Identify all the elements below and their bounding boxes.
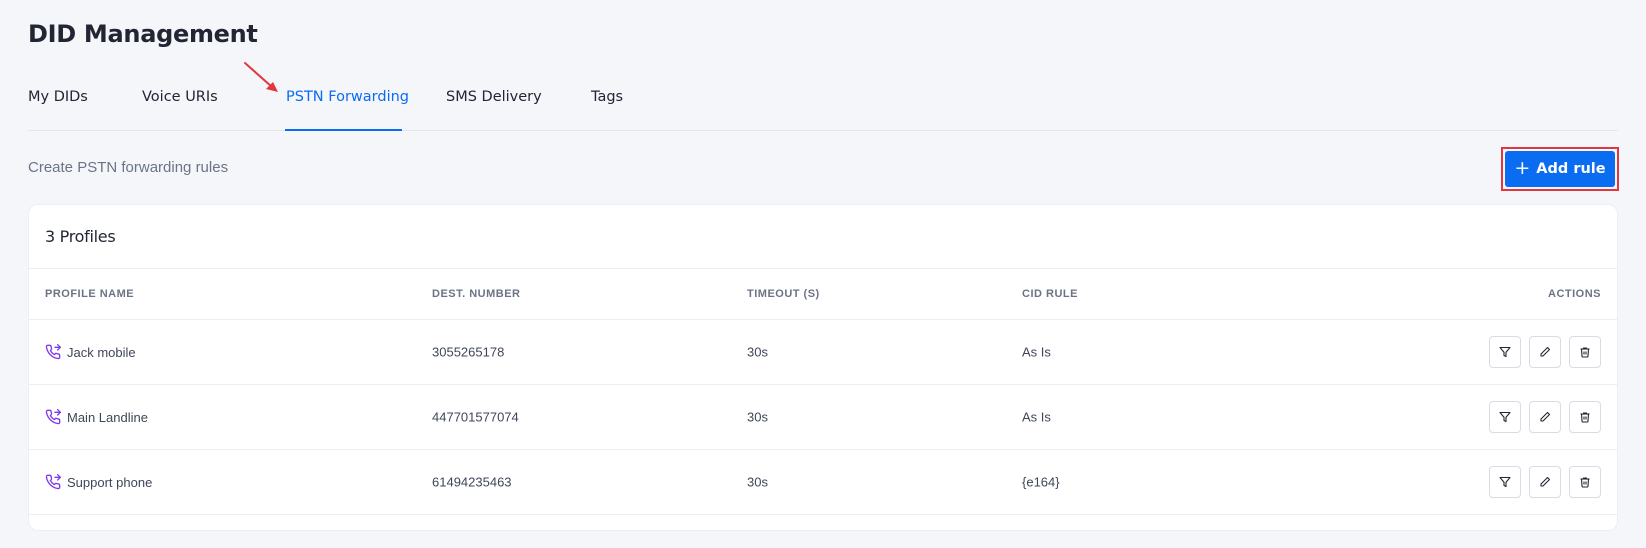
add-rule-button[interactable]: + Add rule bbox=[1505, 151, 1615, 187]
delete-button[interactable] bbox=[1569, 401, 1601, 433]
timeout-cell: 30s bbox=[747, 474, 768, 490]
delete-button[interactable] bbox=[1569, 466, 1601, 498]
profile-name: Jack mobile bbox=[67, 344, 136, 360]
trash-icon bbox=[1580, 477, 1590, 488]
column-header-cid-rule: CID RULE bbox=[1022, 288, 1078, 300]
page-title: DID Management bbox=[28, 20, 258, 48]
cid-rule-cell: {e164} bbox=[1022, 474, 1060, 490]
trash-icon bbox=[1580, 347, 1590, 358]
edit-button[interactable] bbox=[1529, 401, 1561, 433]
plus-icon: + bbox=[1514, 156, 1531, 179]
cid-rule-cell: As Is bbox=[1022, 344, 1051, 360]
profile-name: Support phone bbox=[67, 474, 153, 490]
phone-forward-icon bbox=[45, 344, 61, 360]
page-subtitle: Create PSTN forwarding rules bbox=[28, 159, 229, 176]
phone-forward-icon bbox=[45, 409, 61, 425]
delete-button[interactable] bbox=[1569, 336, 1601, 368]
filter-button[interactable] bbox=[1489, 336, 1521, 368]
edit-button[interactable] bbox=[1529, 336, 1561, 368]
profile-name-cell: Support phone bbox=[45, 474, 152, 490]
dest-number-cell: 61494235463 bbox=[432, 474, 512, 490]
table-row: Jack mobile 3055265178 30s As Is bbox=[29, 320, 1617, 385]
column-header-dest-number: DEST. NUMBER bbox=[432, 288, 521, 300]
timeout-cell: 30s bbox=[747, 344, 768, 360]
profile-name: Main Landline bbox=[67, 409, 148, 425]
row-actions bbox=[1489, 336, 1601, 368]
dest-number-cell: 3055265178 bbox=[432, 344, 505, 360]
profile-name-cell: Main Landline bbox=[45, 409, 148, 425]
edit-button[interactable] bbox=[1529, 466, 1561, 498]
trash-icon bbox=[1580, 412, 1590, 423]
table-row: Main Landline 447701577074 30s As Is bbox=[29, 385, 1617, 450]
filter-icon bbox=[1499, 476, 1511, 488]
column-header-profile-name: PROFILE NAME bbox=[45, 288, 135, 300]
tab-tags[interactable]: Tags bbox=[591, 89, 623, 105]
row-actions bbox=[1489, 466, 1601, 498]
add-rule-label: Add rule bbox=[1536, 161, 1606, 177]
column-header-actions: ACTIONS bbox=[1548, 288, 1601, 300]
table-row: Support phone 61494235463 30s {e164} bbox=[29, 450, 1617, 515]
tab-voice-uris[interactable]: Voice URIs bbox=[142, 89, 218, 105]
edit-icon bbox=[1540, 476, 1551, 487]
tab-pstn-forwarding[interactable]: PSTN Forwarding bbox=[286, 89, 409, 105]
card-header: 3 Profiles bbox=[29, 205, 1617, 269]
filter-icon bbox=[1499, 346, 1511, 358]
tab-my-dids[interactable]: My DIDs bbox=[28, 89, 88, 105]
row-actions bbox=[1489, 401, 1601, 433]
phone-forward-icon bbox=[45, 474, 61, 490]
annotation-arrow-icon bbox=[244, 62, 278, 92]
profile-name-cell: Jack mobile bbox=[45, 344, 136, 360]
filter-icon bbox=[1499, 411, 1511, 423]
tab-sms-delivery[interactable]: SMS Delivery bbox=[446, 89, 542, 105]
filter-button[interactable] bbox=[1489, 401, 1521, 433]
edit-icon bbox=[1540, 411, 1551, 422]
timeout-cell: 30s bbox=[747, 409, 768, 425]
profiles-card: 3 Profiles PROFILE NAME DEST. NUMBER TIM… bbox=[28, 204, 1618, 531]
edit-icon bbox=[1540, 346, 1551, 357]
add-rule-highlight: + Add rule bbox=[1501, 147, 1619, 191]
active-tab-indicator bbox=[285, 129, 402, 131]
dest-number-cell: 447701577074 bbox=[432, 409, 519, 425]
filter-button[interactable] bbox=[1489, 466, 1521, 498]
table-header-row: PROFILE NAME DEST. NUMBER TIMEOUT (S) CI… bbox=[29, 269, 1617, 320]
profiles-count: 3 Profiles bbox=[45, 227, 116, 246]
cid-rule-cell: As Is bbox=[1022, 409, 1051, 425]
column-header-timeout: TIMEOUT (S) bbox=[747, 288, 820, 300]
